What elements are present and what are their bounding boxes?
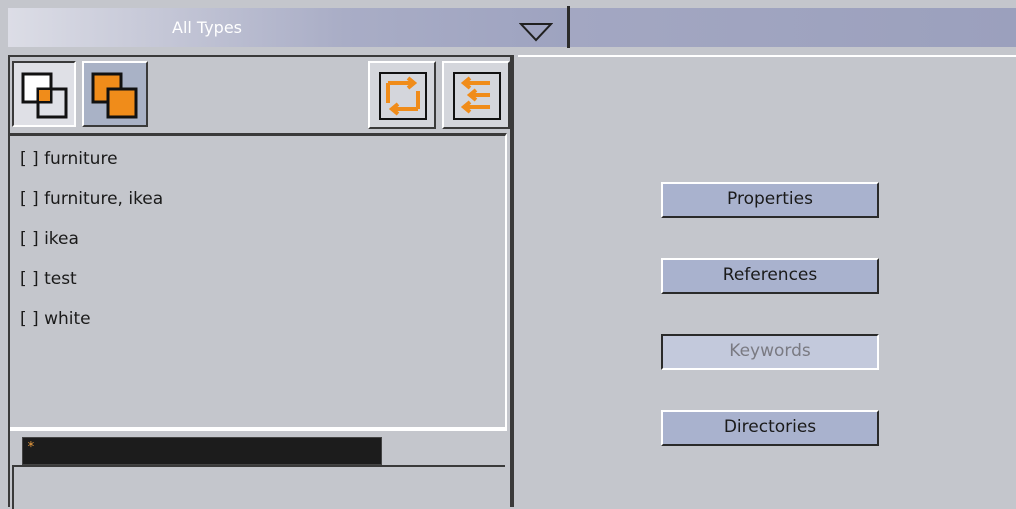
swap-arrows-icon bbox=[379, 72, 427, 120]
keywords-button[interactable]: Keywords bbox=[661, 334, 879, 370]
overlap-squares-icon bbox=[21, 72, 68, 119]
keyword-item-ikea[interactable]: [ ] ikea bbox=[20, 229, 79, 249]
keyword-filter-input[interactable]: * bbox=[22, 437, 382, 465]
type-filter-value: All Types bbox=[172, 18, 243, 37]
keyword-item-furniture[interactable]: [ ] furniture bbox=[20, 149, 118, 169]
transfer-button[interactable] bbox=[442, 61, 510, 129]
triangle-down-icon[interactable] bbox=[518, 22, 554, 46]
header-right-area bbox=[570, 8, 1016, 47]
keyword-list[interactable]: [ ] furniture [ ] furniture, ikea [ ] ik… bbox=[10, 133, 507, 429]
view-mode-active-button[interactable] bbox=[82, 61, 148, 127]
references-button[interactable]: References bbox=[661, 258, 879, 294]
properties-button[interactable]: Properties bbox=[661, 182, 879, 218]
actions-panel: Properties References Keywords Directori… bbox=[518, 55, 1016, 507]
top-bar: All Types bbox=[0, 0, 1016, 50]
filter-strip: * bbox=[10, 429, 507, 465]
keyword-item-white[interactable]: [ ] white bbox=[20, 309, 91, 329]
swap-button[interactable] bbox=[368, 61, 436, 129]
transfer-arrows-icon bbox=[453, 72, 501, 120]
overlap-squares-orange-icon bbox=[91, 72, 138, 119]
keyword-entry-area[interactable] bbox=[12, 465, 505, 509]
keyword-list-panel: [ ] furniture [ ] furniture, ikea [ ] ik… bbox=[8, 55, 512, 509]
keyword-item-test[interactable]: [ ] test bbox=[20, 269, 77, 289]
type-filter-dropdown[interactable]: All Types bbox=[8, 8, 567, 47]
view-mode-button[interactable] bbox=[12, 61, 76, 127]
keyword-item-furniture-ikea[interactable]: [ ] furniture, ikea bbox=[20, 189, 163, 209]
directories-button[interactable]: Directories bbox=[661, 410, 879, 446]
